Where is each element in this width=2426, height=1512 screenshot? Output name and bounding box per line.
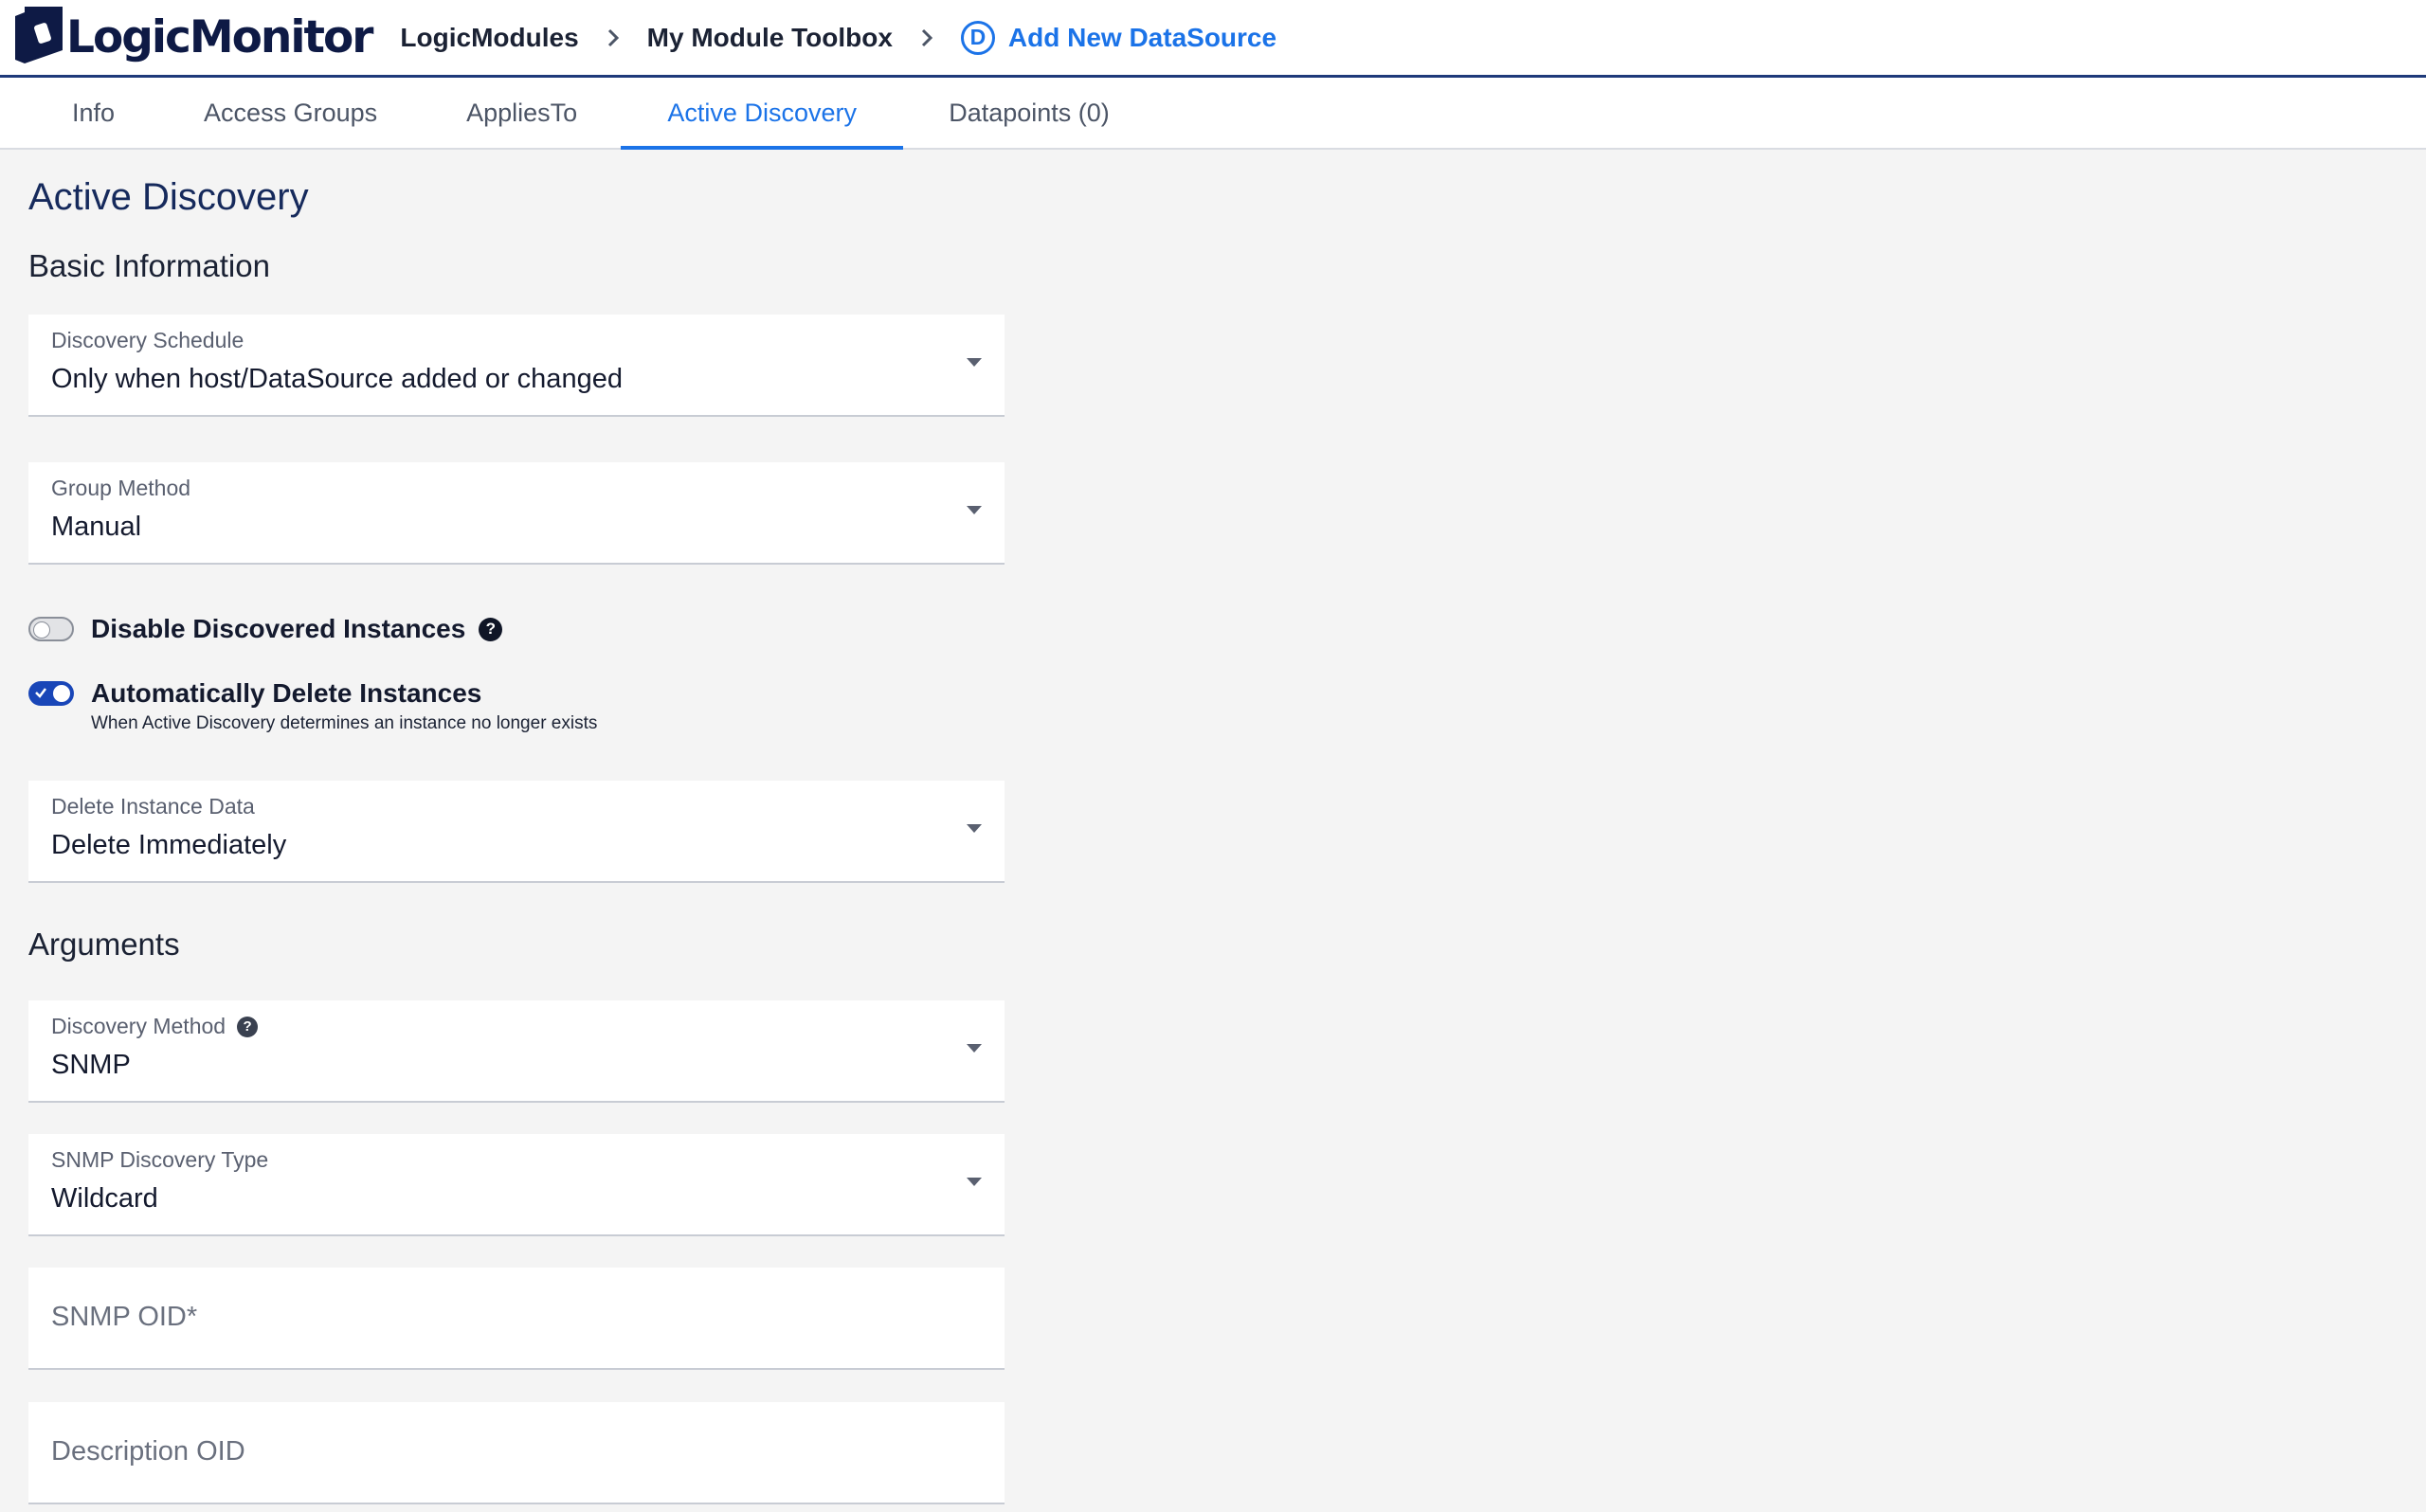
disable-discovered-instances-label: Disable Discovered Instances xyxy=(91,614,466,643)
chevron-right-icon xyxy=(604,26,623,50)
breadcrumb-logicmodules[interactable]: LogicModules xyxy=(400,23,578,53)
caret-down-icon xyxy=(967,1044,982,1053)
field-value: Delete Immediately xyxy=(51,830,287,860)
caret-down-icon xyxy=(967,506,982,514)
breadcrumb-my-module-toolbox[interactable]: My Module Toolbox xyxy=(647,23,893,53)
discovery-method-label: Discovery Method xyxy=(51,1014,226,1038)
datasource-badge-icon: D xyxy=(960,20,995,55)
field-label: Discovery Method ? xyxy=(51,1014,259,1039)
caret-down-icon xyxy=(967,824,982,833)
auto-delete-instances-label: Automatically Delete Instances xyxy=(91,678,482,708)
discovery-schedule-select[interactable]: Discovery Schedule Only when host/DataSo… xyxy=(28,315,1005,417)
auto-delete-instances-hint: When Active Discovery determines an inst… xyxy=(91,713,598,733)
tab-access-groups[interactable]: Access Groups xyxy=(181,78,400,148)
page-title: Active Discovery xyxy=(28,176,309,218)
delete-instance-data-select[interactable]: Delete Instance Data Delete Immediately xyxy=(28,781,1005,883)
discovery-method-select[interactable]: Discovery Method ? SNMP xyxy=(28,1000,1005,1103)
field-label: SNMP Discovery Type xyxy=(51,1147,269,1172)
auto-delete-instances-toggle[interactable] xyxy=(28,681,74,706)
tab-appliesto[interactable]: AppliesTo xyxy=(444,78,600,148)
section-title-arguments: Arguments xyxy=(28,927,180,962)
field-label: Delete Instance Data xyxy=(51,794,255,819)
description-oid-placeholder: Description OID xyxy=(51,1436,245,1467)
description-oid-field[interactable]: Description OID xyxy=(28,1402,1005,1504)
question-circle-icon[interactable]: ? xyxy=(237,1016,259,1037)
field-label: Group Method xyxy=(51,476,191,500)
tab-active-discovery[interactable]: Active Discovery xyxy=(621,78,904,150)
disable-discovered-instances-row: Disable Discovered Instances ? xyxy=(28,614,503,644)
brand-name: LogicMonitor xyxy=(66,11,373,63)
caret-down-icon xyxy=(967,358,982,367)
section-title-basic-information: Basic Information xyxy=(28,248,270,283)
tab-bar: Info Access Groups AppliesTo Active Disc… xyxy=(0,78,2426,150)
field-value: Wildcard xyxy=(51,1183,158,1214)
caret-down-icon xyxy=(967,1178,982,1186)
field-label: Discovery Schedule xyxy=(51,328,244,352)
question-circle-icon[interactable]: ? xyxy=(479,617,503,641)
field-value: Only when host/DataSource added or chang… xyxy=(51,364,623,394)
logo[interactable]: LogicMonitor xyxy=(11,3,373,72)
snmp-discovery-type-select[interactable]: SNMP Discovery Type Wildcard xyxy=(28,1134,1005,1236)
field-value: SNMP xyxy=(51,1050,131,1080)
chevron-right-icon xyxy=(917,26,936,50)
snmp-oid-placeholder: SNMP OID* xyxy=(51,1302,198,1332)
breadcrumb-current-label: Add New DataSource xyxy=(1007,22,1277,52)
top-header: LogicMonitor LogicModules My Module Tool… xyxy=(0,0,2426,78)
logicmonitor-logo-icon xyxy=(11,3,64,72)
auto-delete-instances-row: Automatically Delete Instances xyxy=(28,678,481,709)
disable-discovered-instances-toggle[interactable] xyxy=(28,617,74,641)
tab-info[interactable]: Info xyxy=(49,78,137,148)
check-icon xyxy=(35,688,46,698)
snmp-oid-field[interactable]: SNMP OID* xyxy=(28,1268,1005,1370)
field-value: Manual xyxy=(51,512,142,542)
group-method-select[interactable]: Group Method Manual xyxy=(28,462,1005,565)
breadcrumb-current: D Add New DataSource xyxy=(960,20,1277,55)
tab-datapoints[interactable]: Datapoints (0) xyxy=(926,78,1132,148)
